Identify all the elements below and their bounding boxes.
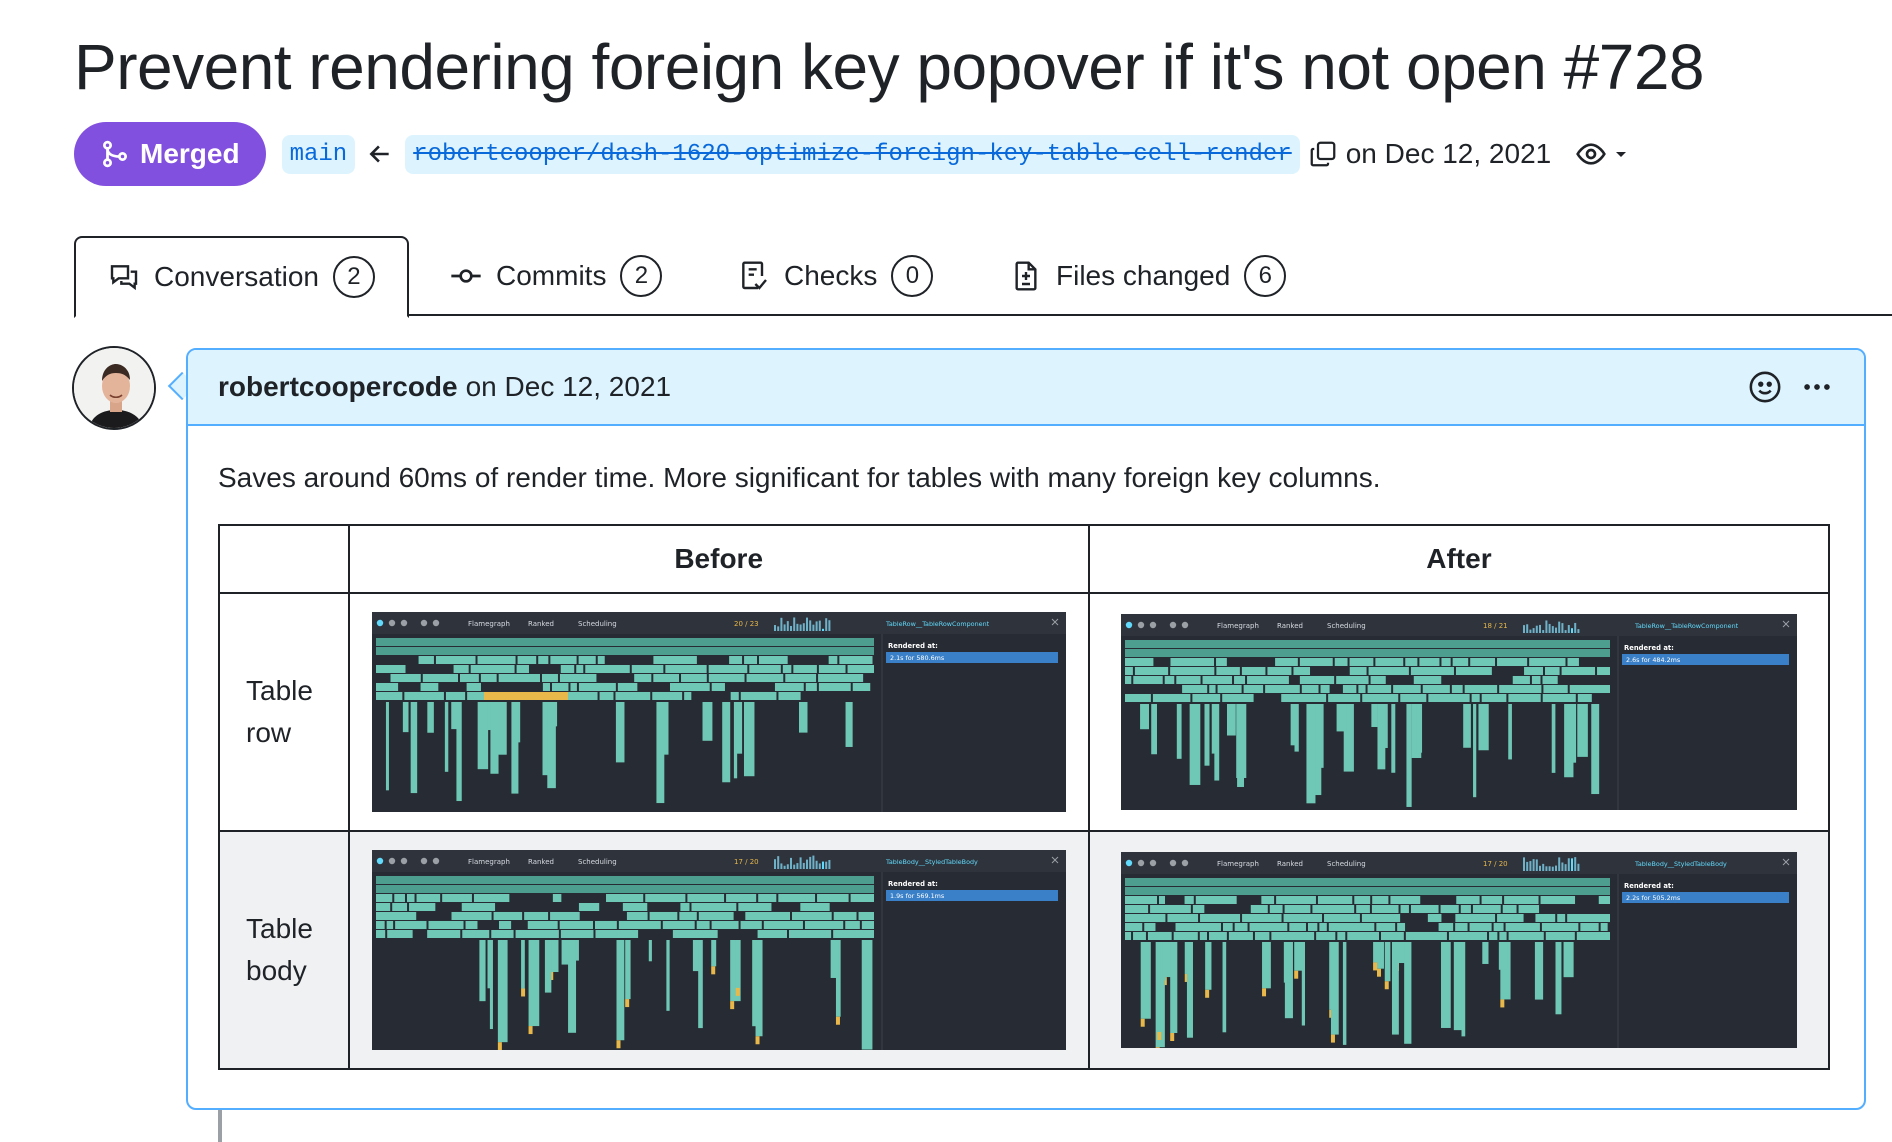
- kebab-horizontal-icon[interactable]: [1800, 370, 1834, 404]
- comment-actions: [1748, 370, 1834, 404]
- arrow-left-icon: [369, 145, 389, 163]
- svg-text:Rendered at:: Rendered at:: [1624, 882, 1674, 890]
- svg-text:TableRow__TableRowComponent: TableRow__TableRowComponent: [885, 620, 990, 628]
- watch-menu[interactable]: [1575, 138, 1629, 170]
- svg-text:Flamegraph: Flamegraph: [1217, 622, 1259, 630]
- svg-text:Ranked: Ranked: [1277, 860, 1303, 868]
- svg-text:TableBody__StyledTableBody: TableBody__StyledTableBody: [1634, 860, 1727, 868]
- table-header-before: Before: [347, 524, 1090, 594]
- svg-text:Flamegraph: Flamegraph: [468, 620, 510, 628]
- eye-icon: [1576, 143, 1607, 165]
- comment-date[interactable]: on Dec 12, 2021: [466, 371, 672, 403]
- tab-label: Commits: [496, 260, 607, 291]
- svg-text:2.2s for 505.2ms: 2.2s for 505.2ms: [1626, 894, 1681, 902]
- git-commit-icon: [451, 269, 481, 283]
- table-header-row: Before After: [218, 524, 1831, 594]
- comment-header: robertcoopercode on Dec 12, 2021: [188, 350, 1864, 426]
- tab-commits[interactable]: Commits 2: [450, 236, 663, 316]
- tab-label: Conversation: [154, 261, 319, 292]
- tab-counter: 0: [891, 255, 934, 297]
- merged-label: Merged: [140, 138, 240, 169]
- svg-text:Flamegraph: Flamegraph: [468, 858, 510, 866]
- svg-text:2.6s for 484.2ms: 2.6s for 484.2ms: [1626, 656, 1681, 664]
- comment-author[interactable]: robertcoopercode: [218, 371, 458, 403]
- table-header-empty: [218, 524, 350, 594]
- svg-text:Scheduling: Scheduling: [578, 858, 617, 866]
- git-merge-icon: [103, 140, 127, 168]
- pr-meta: Merged main robertcooper/dash-1620-optim…: [74, 122, 1629, 186]
- comment-body: Saves around 60ms of render time. More s…: [188, 426, 1864, 1070]
- table-row: Table row Flamegraph Ranked Scheduling 20 /…: [218, 592, 1831, 832]
- svg-text:20 / 23: 20 / 23: [734, 620, 759, 628]
- chevron-down-icon: [1616, 152, 1627, 157]
- svg-text:17 / 20: 17 / 20: [734, 858, 759, 866]
- tab-label: Files changed: [1056, 260, 1231, 291]
- svg-text:2.1s for 580.6ms: 2.1s for 580.6ms: [890, 654, 945, 662]
- profiler-screenshot-before-row[interactable]: Flamegraph Ranked Scheduling 20 / 23 TableRo…: [371, 612, 1066, 812]
- file-diff-icon: [1015, 261, 1037, 291]
- merged-badge: Merged: [74, 122, 266, 186]
- comment-discussion-icon: [110, 265, 138, 291]
- screenshot-cell: Flamegraph Ranked Scheduling 17 / 20 TableBo…: [1087, 830, 1831, 1070]
- profiler-screenshot-after-body[interactable]: Flamegraph Ranked Scheduling 17 / 20 TableBo…: [1120, 852, 1797, 1048]
- tab-counter: 2: [332, 256, 375, 298]
- base-branch[interactable]: main: [281, 134, 356, 174]
- tab-counter: 2: [620, 255, 663, 297]
- svg-text:18 / 21: 18 / 21: [1483, 622, 1508, 630]
- svg-text:Ranked: Ranked: [528, 620, 554, 628]
- table-row: Table body Flamegraph Ranked Scheduling 17 …: [218, 830, 1831, 1070]
- svg-text:1.9s for 569.1ms: 1.9s for 569.1ms: [890, 892, 945, 900]
- profiler-screenshot-before-body[interactable]: Flamegraph Ranked Scheduling 17 / 20 TableBo…: [371, 850, 1066, 1050]
- avatar[interactable]: [72, 346, 156, 430]
- svg-text:Ranked: Ranked: [1277, 622, 1303, 630]
- profiler-screenshot-after-row[interactable]: Flamegraph Ranked Scheduling 18 / 21 TableRo…: [1120, 614, 1797, 810]
- pr-tabs: Conversation 2 Commits 2 Checks 0 Files …: [74, 236, 1892, 318]
- row-label: Table row: [218, 592, 350, 832]
- screenshot-cell: Flamegraph Ranked Scheduling 20 / 23 TableRo…: [347, 592, 1090, 832]
- svg-text:Scheduling: Scheduling: [578, 620, 617, 628]
- merged-date: on Dec 12, 2021: [1345, 138, 1552, 169]
- screenshot-cell: Flamegraph Ranked Scheduling 17 / 20 TableBo…: [347, 830, 1090, 1070]
- svg-text:Rendered at:: Rendered at:: [1624, 644, 1674, 652]
- screenshot-cell: Flamegraph Ranked Scheduling 18 / 21 TableRo…: [1087, 592, 1831, 832]
- svg-text:Scheduling: Scheduling: [1327, 860, 1366, 868]
- timeline-line: [218, 1110, 222, 1142]
- tab-files-changed[interactable]: Files changed 6: [1010, 236, 1287, 316]
- tab-label: Checks: [784, 260, 878, 291]
- copy-icon[interactable]: [1308, 139, 1338, 169]
- svg-text:Ranked: Ranked: [528, 858, 554, 866]
- tab-checks[interactable]: Checks 0: [738, 236, 934, 316]
- comment-box: robertcoopercode on Dec 12, 2021 Saves a…: [186, 348, 1866, 1110]
- smiley-icon[interactable]: [1748, 370, 1782, 404]
- comment-text: Saves around 60ms of render time. More s…: [218, 462, 1381, 493]
- comparison-table: Before After Table row Flamegraph Ranked S…: [218, 524, 1831, 1070]
- svg-text:TableRow__TableRowComponent: TableRow__TableRowComponent: [1634, 622, 1739, 630]
- tab-counter: 6: [1244, 255, 1287, 297]
- row-label: Table body: [218, 830, 350, 1070]
- table-header-after: After: [1087, 524, 1831, 594]
- svg-text:Rendered at:: Rendered at:: [888, 880, 938, 888]
- svg-text:17 / 20: 17 / 20: [1483, 860, 1508, 868]
- pr-title: Prevent rendering foreign key popover if…: [74, 31, 1705, 103]
- avatar-image: [74, 348, 154, 428]
- svg-text:Scheduling: Scheduling: [1327, 622, 1366, 630]
- tab-conversation[interactable]: Conversation 2: [74, 236, 409, 318]
- checklist-icon: [742, 261, 767, 290]
- svg-text:Flamegraph: Flamegraph: [1217, 860, 1259, 868]
- svg-text:Rendered at:: Rendered at:: [888, 642, 938, 650]
- head-branch[interactable]: robertcooper/dash-1620-optimize-foreign-…: [405, 134, 1300, 174]
- svg-text:TableBody__StyledTableBody: TableBody__StyledTableBody: [885, 858, 978, 866]
